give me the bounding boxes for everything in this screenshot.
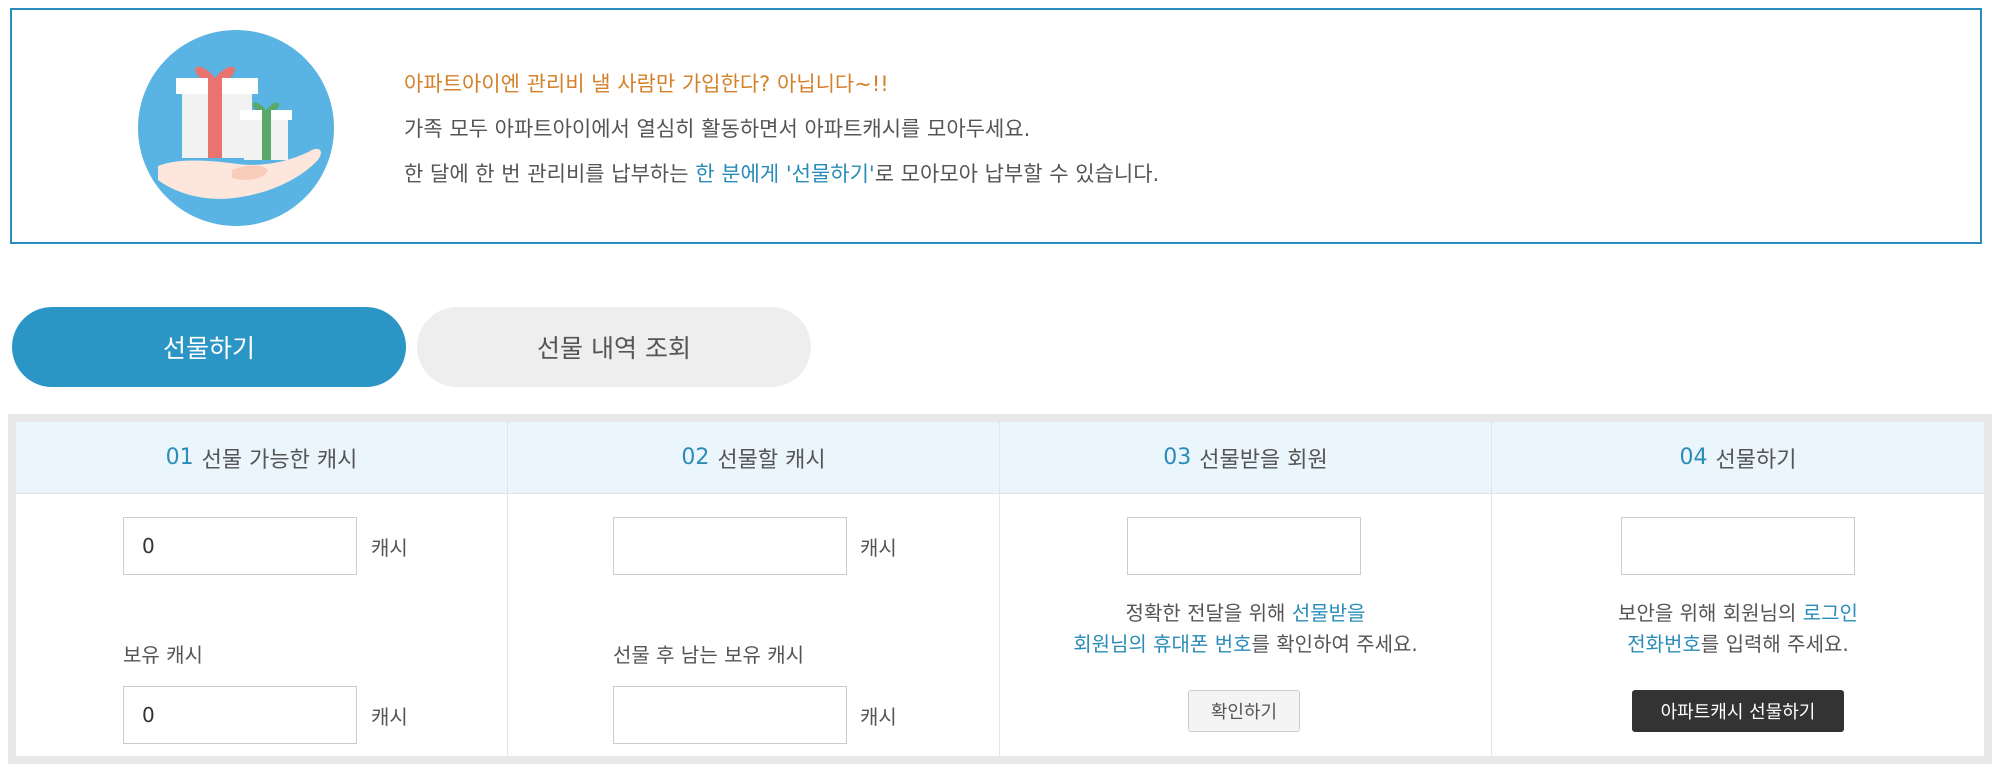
step-03-header: 03 선물받을 회원: [1000, 422, 1491, 494]
login-note-highlight-1: 로그인: [1802, 601, 1858, 625]
gift-cash-button[interactable]: 아파트캐시 선물하기: [1632, 690, 1844, 732]
info-banner: 아파트아이엔 관리비 낼 사람만 가입한다? 아닙니다~!! 가족 모두 아파트…: [10, 8, 1982, 244]
tab-gift[interactable]: 선물하기: [12, 307, 406, 387]
step-04-column: 04 선물하기 보안을 위해 회원님의 로그인 전화번호를 입력해 주세요. 아…: [1492, 422, 1984, 756]
step-01-header: 01 선물 가능한 캐시: [16, 422, 507, 494]
owned-cash-field[interactable]: [123, 686, 357, 744]
tab-gift-history[interactable]: 선물 내역 조회: [417, 307, 811, 387]
banner-line-3: 한 달에 한 번 관리비를 납부하는 한 분에게 '선물하기'로 모아모아 납부…: [404, 152, 1159, 197]
step-04-header: 04 선물하기: [1492, 422, 1984, 494]
banner-text: 아파트아이엔 관리비 낼 사람만 가입한다? 아닙니다~!! 가족 모두 아파트…: [404, 62, 1159, 197]
remaining-cash-label: 선물 후 남는 보유 캐시: [613, 643, 805, 667]
gift-cash-field[interactable]: [613, 517, 847, 575]
gift-in-hand-icon: [138, 30, 334, 226]
banner-headline: 아파트아이엔 관리비 낼 사람만 가입한다? 아닙니다~!!: [404, 72, 889, 96]
recipient-note-highlight-2: 회원님의 휴대폰 번호: [1073, 632, 1252, 656]
step-01-column: 01 선물 가능한 캐시 캐시 보유 캐시 캐시: [16, 422, 508, 756]
gift-steps-panel: 01 선물 가능한 캐시 캐시 보유 캐시 캐시 02 선물할 캐시 캐시 선물…: [8, 414, 1992, 764]
login-note-pre: 보안을 위해 회원님의: [1618, 601, 1803, 625]
remaining-cash-unit: 캐시: [860, 705, 897, 729]
step-02-header: 02 선물할 캐시: [508, 422, 999, 494]
login-phone-field[interactable]: [1621, 517, 1855, 575]
banner-line-3-pre: 한 달에 한 번 관리비를 납부하는: [404, 162, 696, 186]
confirm-button[interactable]: 확인하기: [1188, 690, 1300, 732]
banner-line-2: 가족 모두 아파트아이에서 열심히 활동하면서 아파트캐시를 모아두세요.: [404, 117, 1031, 141]
recipient-note: 정확한 전달을 위해 선물받을 회원님의 휴대폰 번호를 확인하여 주세요.: [1000, 598, 1491, 660]
step-title: 선물 가능한 캐시: [201, 447, 358, 473]
banner-line-3-highlight: 한 분에게 '선물하기': [695, 162, 875, 186]
recipient-note-highlight-1: 선물받을: [1291, 601, 1366, 625]
recipient-note-pre: 정확한 전달을 위해: [1125, 601, 1292, 625]
step-title: 선물하기: [1715, 447, 1797, 473]
login-note-post: 를 입력해 주세요.: [1700, 632, 1849, 656]
recipient-phone-field[interactable]: [1127, 517, 1361, 575]
login-note: 보안을 위해 회원님의 로그인 전화번호를 입력해 주세요.: [1492, 598, 1984, 660]
step-03-column: 03 선물받을 회원 정확한 전달을 위해 선물받을 회원님의 휴대폰 번호를 …: [1000, 422, 1492, 756]
step-number: 01: [165, 445, 194, 470]
available-cash-unit: 캐시: [371, 536, 408, 560]
login-note-highlight-2: 전화번호: [1627, 632, 1701, 656]
step-title: 선물할 캐시: [717, 447, 826, 473]
step-02-column: 02 선물할 캐시 캐시 선물 후 남는 보유 캐시 캐시: [508, 422, 1000, 756]
step-title: 선물받을 회원: [1199, 447, 1328, 473]
step-number: 02: [681, 445, 710, 470]
step-number: 04: [1679, 445, 1708, 470]
step-number: 03: [1163, 445, 1192, 470]
owned-cash-unit: 캐시: [371, 705, 408, 729]
banner-line-3-post: 로 모아모아 납부할 수 있습니다.: [874, 162, 1160, 186]
owned-cash-label: 보유 캐시: [123, 643, 203, 667]
recipient-note-post: 를 확인하여 주세요.: [1251, 632, 1418, 656]
gift-cash-unit: 캐시: [860, 536, 897, 560]
remaining-cash-field[interactable]: [613, 686, 847, 744]
available-cash-field[interactable]: [123, 517, 357, 575]
